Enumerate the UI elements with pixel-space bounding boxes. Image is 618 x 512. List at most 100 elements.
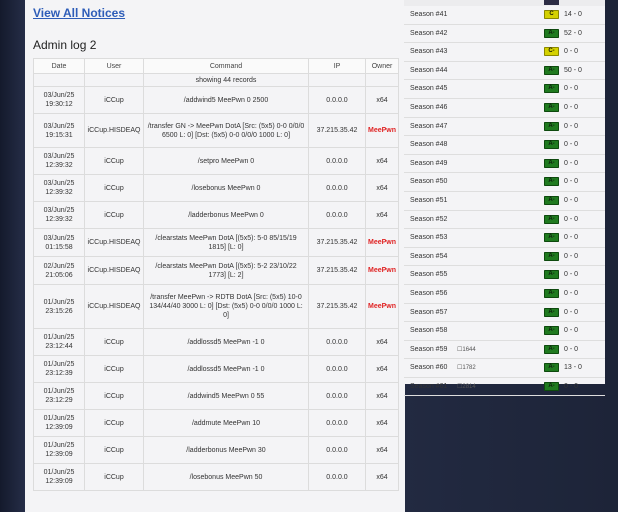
log-date: 03/Jun/25 12:39:32 [33,147,85,175]
table-row: 03/Jun/25 19:15:31 iCCup.HISDEAQ/transfer… [33,113,399,148]
season-record: 0 - 0 [564,345,579,353]
table-row: 01/Jun/25 23:15:26 iCCup.HISDEAQ/transfer… [33,284,399,329]
log-user: iCCup [84,355,144,383]
log-ip: 0.0.0.0 [308,463,366,491]
season-record: 0 - 0 [564,178,579,186]
season-row[interactable]: Season #50 A- 0 - 0 [404,173,605,192]
season-row[interactable]: Season #46 A- 0 - 0 [404,99,605,118]
log-date: 01/Jun/25 12:39:09 [33,463,85,491]
log-user: iCCup.HISDEAQ [84,284,144,329]
table-row: 03/Jun/25 01:15:58 iCCup.HISDEAQ/clearsta… [33,228,399,257]
season-record: 14 - 0 [564,11,582,18]
column-header-date: Date [33,58,85,74]
log-user: iCCup [84,382,144,410]
log-date: 02/Jun/25 21:05:06 [33,256,85,285]
season-grade-badge: A- [544,28,559,38]
season-record: 0 - 0 [564,327,579,335]
log-user: iCCup.HISDEAQ [84,256,144,285]
log-command: /transfer MeePwn -> RDTB DotA [Src: (5x5… [143,284,309,329]
season-row[interactable]: Season #43 C- 0 - 0 [404,43,605,62]
log-command: /ladderbonus MeePwn 30 [143,436,309,464]
log-owner: x64 [365,174,399,202]
season-grade-badge: A- [544,381,559,391]
season-row[interactable]: Season #51 A- 0 - 0 [404,192,605,211]
table-row: 03/Jun/25 19:30:12 iCCup/addwind5 MeePwn … [33,86,399,114]
season-grade-badge: A- [544,177,559,187]
log-ip: 37.215.35.42 [308,228,366,257]
season-row[interactable]: Season #55 A- 0 - 0 [404,266,605,285]
log-date: 03/Jun/25 12:39:32 [33,201,85,229]
season-record: 0 - 0 [564,234,579,242]
season-record: 13 - 0 [564,364,582,372]
log-command: /clearstats MeePwn DotA [(5x5): 5-2 23/1… [143,256,309,285]
log-ip: 0.0.0.0 [308,86,366,114]
log-user: iCCup [84,436,144,464]
log-owner: x64 [365,463,399,491]
log-ip: 0.0.0.0 [308,328,366,356]
log-date: 01/Jun/25 12:39:09 [33,436,85,464]
season-row[interactable]: Season #45 A- 0 - 0 [404,80,605,99]
log-date: 01/Jun/25 23:12:39 [33,355,85,383]
season-row[interactable]: Season #61 ☐2814 A- 0 - 0 [404,378,605,397]
season-name: Season #45 [410,85,448,93]
season-row[interactable]: Season #59 ☐1644 A- 0 - 0 [404,341,605,360]
season-name: Season #43 [410,48,448,56]
table-row: 03/Jun/25 12:39:32 iCCup/setpro MeePwn 00… [33,147,399,175]
season-row[interactable]: Season #58 A- 0 - 0 [404,322,605,341]
season-row[interactable]: Season #42 A- 52 - 0 [404,25,605,44]
season-row[interactable]: Season #54 A- 0 - 0 [404,248,605,267]
season-record: 0 - 0 [564,141,579,149]
view-all-notices-link[interactable]: View All Notices [33,6,125,20]
log-ip: 37.215.35.42 [308,256,366,285]
season-name: Season #60 [410,364,448,372]
admin-log-title: Admin log 2 [33,38,97,52]
season-row[interactable]: Season #41 C 14 - 0 [404,6,605,25]
log-user: iCCup [84,86,144,114]
season-name: Season #50 [410,178,448,186]
log-user: iCCup [84,147,144,175]
log-ip: 0.0.0.0 [308,147,366,175]
season-record: 0 - 0 [564,252,579,260]
season-record: 0 - 0 [564,122,579,130]
season-row[interactable]: Season #44 A- 50 - 0 [404,62,605,81]
table-row: 03/Jun/25 12:39:32 iCCup/ladderbonus MeeP… [33,201,399,229]
season-row[interactable]: Season #56 A- 0 - 0 [404,285,605,304]
season-name: Season #61 [410,382,448,390]
log-date: 01/Jun/25 12:39:09 [33,409,85,437]
season-row[interactable]: Season #57 A- 0 - 0 [404,304,605,323]
season-grade-badge: A- [544,344,559,354]
table-header-row: Date User Command IP Owner [33,58,399,74]
season-grade-badge: A- [544,307,559,317]
season-rank-icon: ☐2814 [457,383,476,390]
season-grade-badge: A- [544,84,559,94]
season-record: 50 - 0 [564,66,582,74]
table-row: 02/Jun/25 21:05:06 iCCup.HISDEAQ/clearsta… [33,256,399,285]
season-grade-badge: A- [544,65,559,75]
season-record: 0 - 0 [564,85,579,93]
log-owner: x64 [365,355,399,383]
season-row[interactable]: Season #52 A- 0 - 0 [404,211,605,230]
column-header-owner: Owner [365,58,399,74]
season-row[interactable]: Season #49 A- 0 - 0 [404,155,605,174]
season-row[interactable]: Season #48 A- 0 - 0 [404,136,605,155]
log-command: /clearstats MeePwn DotA [(5x5): 5-0 85/1… [143,228,309,257]
log-owner: x64 [365,328,399,356]
season-row[interactable]: Season #60 ☐1782 A- 13 - 0 [404,359,605,378]
season-row[interactable]: Season #53 A- 0 - 0 [404,229,605,248]
log-owner: x64 [365,201,399,229]
table-row: 01/Jun/25 23:12:44 iCCup/addlossd5 MeePwn… [33,328,399,356]
log-user: iCCup.HISDEAQ [84,113,144,148]
log-date: 01/Jun/25 23:12:44 [33,328,85,356]
season-grade-badge: A- [544,140,559,150]
season-grade-badge: A- [544,363,559,373]
season-name: Season #54 [410,252,448,260]
season-row[interactable]: Season #47 A- 0 - 0 [404,118,605,137]
log-user: iCCup.HISDEAQ [84,228,144,257]
table-row: 01/Jun/25 12:39:09 iCCup/addmute MeePwn 1… [33,409,399,437]
season-record: 0 - 0 [564,103,579,111]
column-header-user: User [84,58,144,74]
season-name: Season #48 [410,141,448,149]
log-command: /addlossd5 MeePwn -1 0 [143,355,309,383]
season-grade-badge: A- [544,288,559,298]
admin-log-table: Date User Command IP Owner showing 44 re… [33,58,399,491]
